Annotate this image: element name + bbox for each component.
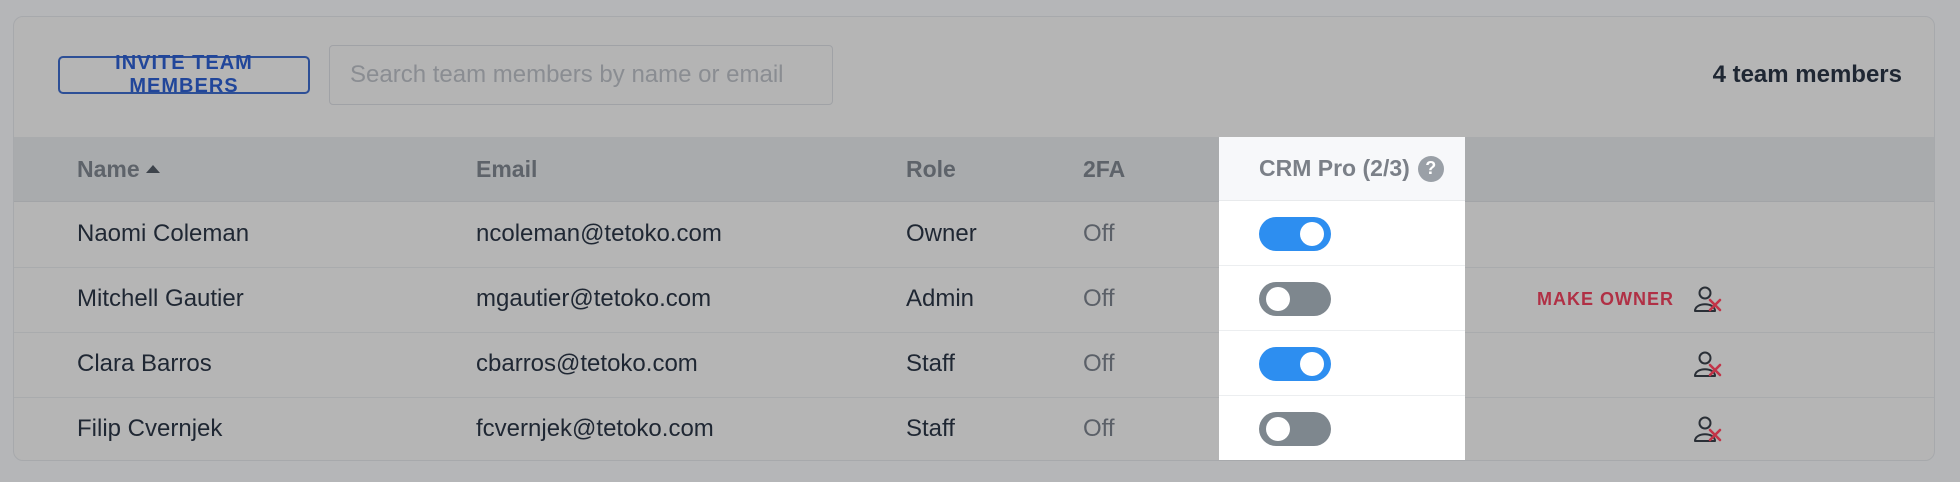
crm-pro-header-label: CRM Pro (2/3) xyxy=(1259,155,1410,181)
member-name: Clara Barros xyxy=(77,350,212,377)
crm-pro-toggle[interactable] xyxy=(1259,412,1331,446)
remove-user-icon[interactable] xyxy=(1692,413,1726,447)
toggle-knob xyxy=(1300,352,1324,376)
member-2fa-status: Off xyxy=(1083,415,1115,442)
member-name: Filip Cvernjek xyxy=(77,415,223,442)
search-input[interactable]: Search team members by name or email xyxy=(329,45,833,105)
remove-user-icon[interactable] xyxy=(1692,283,1726,317)
member-role: Admin xyxy=(906,285,975,312)
member-email: fcvernjek@tetoko.com xyxy=(476,415,714,442)
table-header: Name Email Role 2FA xyxy=(14,137,1934,202)
column-header-email: Email xyxy=(476,155,538,182)
crm-pro-toggle[interactable] xyxy=(1259,282,1331,316)
crm-pro-cell xyxy=(1219,266,1465,331)
member-role: Staff xyxy=(906,415,955,442)
crm-pro-cell xyxy=(1219,396,1465,460)
member-count: 4 team members xyxy=(1712,61,1902,88)
team-members-panel: INVITE TEAM MEMBERS Search team members … xyxy=(13,16,1935,461)
member-email: ncoleman@tetoko.com xyxy=(476,220,722,247)
member-email: cbarros@tetoko.com xyxy=(476,350,698,377)
toggle-knob xyxy=(1266,417,1290,441)
member-2fa-status: Off xyxy=(1083,350,1115,377)
crm-pro-toggle[interactable] xyxy=(1259,217,1331,251)
column-header-role: Role xyxy=(906,155,956,182)
member-2fa-status: Off xyxy=(1083,220,1115,247)
table-row: Mitchell Gautier mgautier@tetoko.com Admin… xyxy=(14,267,1934,333)
crm-pro-cell xyxy=(1219,201,1465,266)
invite-team-members-button[interactable]: INVITE TEAM MEMBERS xyxy=(58,52,310,97)
member-name: Mitchell Gautier xyxy=(77,285,244,312)
table-row: Filip Cvernjek fcvernjek@tetoko.com Staff O… xyxy=(14,397,1934,460)
make-owner-button[interactable]: MAKE OWNER xyxy=(1537,267,1674,331)
member-2fa-status: Off xyxy=(1083,285,1115,312)
toggle-knob xyxy=(1266,287,1290,311)
member-email: mgautier@tetoko.com xyxy=(476,285,712,312)
toolbar: INVITE TEAM MEMBERS Search team members … xyxy=(14,17,1934,138)
column-header-name[interactable]: Name xyxy=(77,137,160,201)
toggle-knob xyxy=(1300,222,1324,246)
table-row: Naomi Coleman ncoleman@tetoko.com Owner Off xyxy=(14,202,1934,268)
column-header-2fa: 2FA xyxy=(1083,155,1126,182)
member-role: Staff xyxy=(906,350,955,377)
crm-pro-column: CRM Pro (2/3) ? xyxy=(1219,137,1465,460)
member-name: Naomi Coleman xyxy=(77,220,250,247)
crm-pro-toggle[interactable] xyxy=(1259,347,1331,381)
member-role: Owner xyxy=(906,220,977,247)
crm-pro-cell xyxy=(1219,331,1465,396)
remove-user-icon[interactable] xyxy=(1692,348,1726,382)
column-header-crm-pro: CRM Pro (2/3) ? xyxy=(1219,137,1465,201)
table-row: Clara Barros cbarros@tetoko.com Staff Off xyxy=(14,332,1934,398)
sort-up-icon xyxy=(145,165,160,173)
column-header-name-label: Name xyxy=(77,155,140,182)
question-circle-icon[interactable]: ? xyxy=(1417,155,1444,182)
